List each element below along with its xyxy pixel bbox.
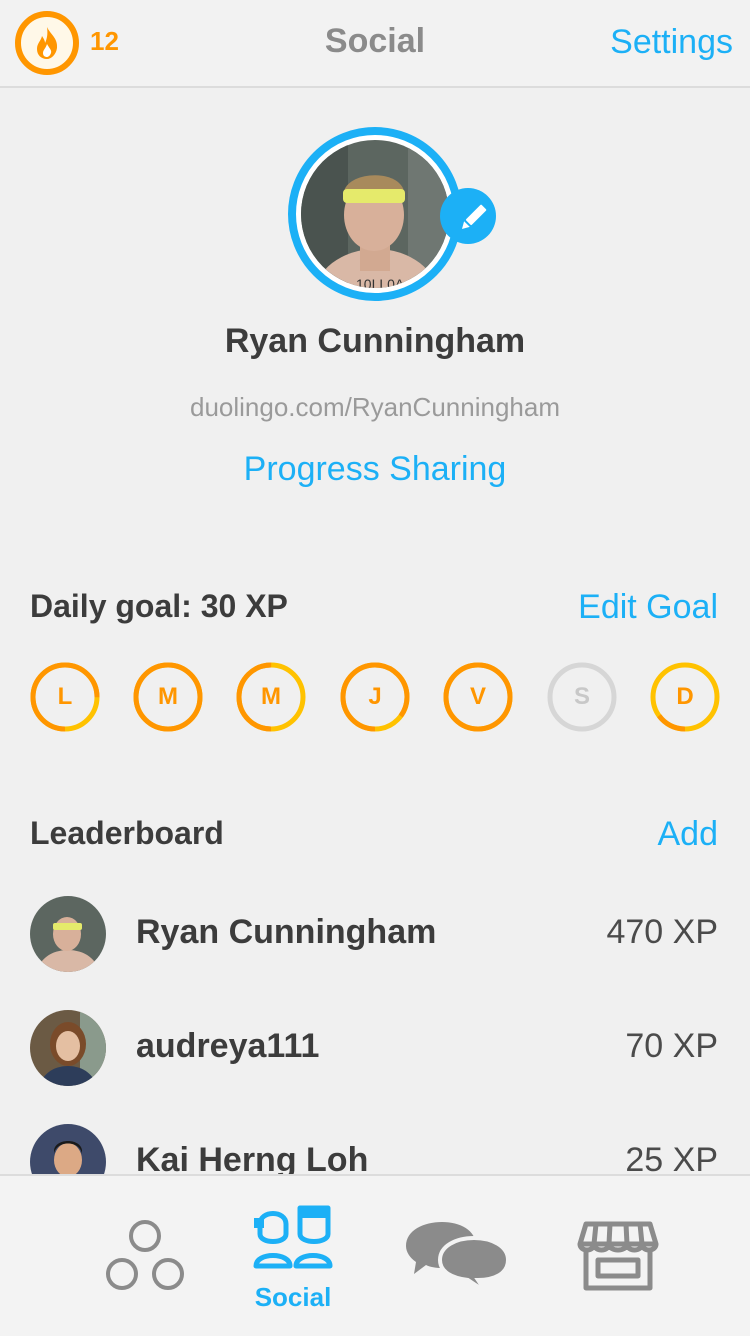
edit-goal-link[interactable]: Edit Goal [578, 588, 718, 627]
day-letter: J [368, 683, 382, 710]
leaderboard-title: Leaderboard [30, 815, 224, 851]
leaderboard-row[interactable]: audreya111 70 XP [0, 1010, 750, 1110]
leaderboard-xp: 470 XP [606, 913, 718, 951]
day-goal-ring: D [650, 662, 720, 732]
nav-social[interactable]: Social [240, 1176, 346, 1336]
day-goal-ring: V [443, 662, 513, 732]
day-letter: S [573, 683, 590, 710]
profile-url: duolingo.com/RyanCunningham [189, 392, 560, 422]
progress-sharing-link[interactable]: Progress Sharing [0, 450, 750, 489]
daily-goal-title: Daily goal: 30 XP [30, 588, 288, 624]
day-letter: M [158, 683, 178, 710]
day-letter: L [57, 683, 73, 710]
nav-discussion[interactable] [396, 1176, 516, 1336]
leaderboard-name: audreya111 [136, 1027, 320, 1065]
avatar [30, 896, 106, 972]
leaderboard-row[interactable]: Ryan Cunningham 470 XP [0, 896, 750, 996]
social-icon [253, 1205, 333, 1269]
nav-social-label: Social [254, 1282, 332, 1312]
pencil-icon [461, 204, 487, 230]
day-goal-ring: M [133, 662, 203, 732]
day-letter: M [261, 683, 281, 710]
leaderboard-xp: 70 XP [625, 1027, 718, 1065]
nav-learn[interactable] [90, 1176, 200, 1336]
nav-shop[interactable] [568, 1176, 668, 1336]
profile-name: Ryan Cunningham [224, 322, 526, 360]
shop-icon [577, 1221, 659, 1291]
chat-bubbles-icon [406, 1222, 511, 1294]
leaderboard-name: Ryan Cunningham [136, 913, 437, 951]
day-goal-ring: L [30, 662, 100, 732]
bottom-nav: Social [0, 1174, 750, 1336]
day-goal-ring: S [547, 662, 617, 732]
add-friend-link[interactable]: Add [658, 815, 719, 854]
edit-profile-button[interactable] [440, 188, 496, 244]
day-letter: V [469, 683, 486, 710]
learn-circles-icon [106, 1220, 184, 1290]
day-goal-ring: J [340, 662, 410, 732]
day-letter: D [676, 683, 694, 710]
profile-avatar[interactable]: 10LL0A [288, 127, 462, 301]
top-bar: 12 Social Settings [0, 0, 750, 88]
avatar [30, 1010, 106, 1086]
day-goal-ring: M [236, 662, 306, 732]
settings-link[interactable]: Settings [610, 23, 733, 62]
